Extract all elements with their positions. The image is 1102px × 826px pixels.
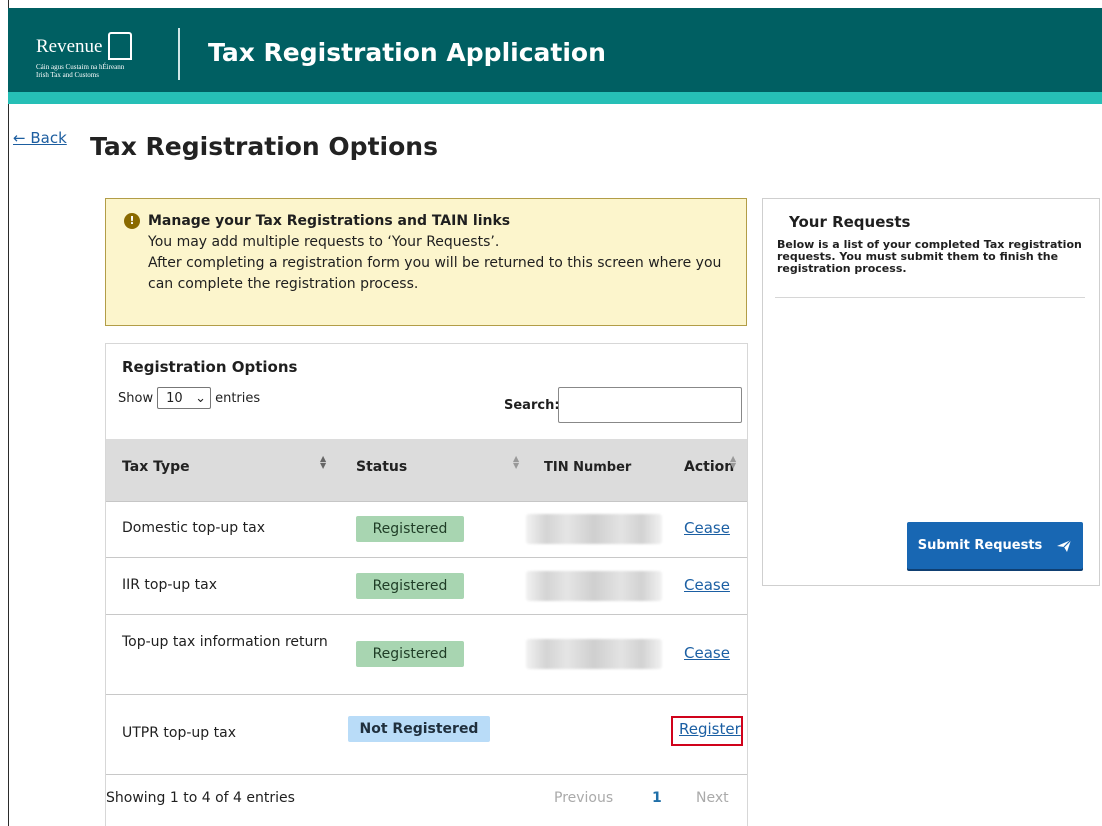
app-title: Tax Registration Application — [208, 38, 606, 67]
header-divider — [178, 28, 180, 80]
submit-requests-button[interactable]: Submit Requests — [907, 522, 1083, 569]
status-badge: Not Registered — [348, 716, 490, 742]
cease-link[interactable]: Cease — [684, 519, 730, 537]
notice-box: ! Manage your Tax Registrations and TAIN… — [105, 198, 747, 326]
status-badge: Registered — [356, 641, 464, 667]
back-link[interactable]: ← Back — [13, 129, 67, 147]
revenue-logo[interactable]: Revenue Cáin agus Custaim na hÉireann Ir… — [36, 26, 176, 86]
notice-line-1: You may add multiple requests to ‘Your R… — [148, 234, 500, 250]
panel-title: Registration Options — [122, 358, 298, 376]
harp-icon — [108, 32, 132, 60]
requests-description: Below is a list of your completed Tax re… — [777, 238, 1082, 275]
entries-control: Show 10 ⌄ entries — [118, 387, 260, 409]
logo-subtext-irish: Cáin agus Custaim na hÉireann — [36, 63, 125, 71]
table-header: Tax Type ▲ ▼ Status ▲ ▼ TIN Number Action … — [106, 439, 747, 502]
exclamation-circle-icon: ! — [124, 213, 140, 229]
registration-options-panel: Registration Options Show 10 ⌄ entries S… — [105, 343, 748, 826]
entries-select[interactable]: 10 ⌄ — [157, 387, 212, 409]
tin-number-redacted — [526, 571, 662, 601]
your-requests-panel: Your Requests Below is a list of your co… — [762, 198, 1100, 586]
page-1-button[interactable]: 1 — [652, 790, 662, 806]
column-header-tin-number[interactable]: TIN Number — [544, 460, 631, 475]
status-badge: Registered — [356, 516, 464, 542]
paper-plane-icon — [1057, 539, 1072, 552]
column-header-status[interactable]: Status — [356, 459, 407, 475]
submit-label: Submit Requests — [917, 538, 1043, 553]
divider — [775, 297, 1085, 298]
logo-wordmark: Revenue — [36, 36, 103, 57]
show-label: Show — [118, 390, 154, 406]
page-title: Tax Registration Options — [90, 132, 438, 161]
register-link[interactable]: Register — [679, 720, 741, 738]
table-row: Top-up tax information return Registered… — [106, 615, 747, 695]
table-row: IIR top-up tax Registered Cease — [106, 558, 747, 615]
cease-link[interactable]: Cease — [684, 644, 730, 662]
notice-title: Manage your Tax Registrations and TAIN l… — [148, 213, 511, 229]
table-row: UTPR top-up tax Not Registered Register — [106, 695, 747, 775]
column-header-tax-type[interactable]: Tax Type — [122, 459, 190, 475]
previous-button[interactable]: Previous — [554, 790, 613, 806]
header-accent-stripe — [8, 92, 1102, 104]
tax-type-cell: Top-up tax information return — [122, 634, 328, 650]
cease-link[interactable]: Cease — [684, 576, 730, 594]
chevron-down-icon: ⌄ — [195, 390, 207, 406]
status-badge: Registered — [356, 573, 464, 599]
notice-text: Manage your Tax Registrations and TAIN l… — [148, 211, 738, 295]
table-row: Domestic top-up tax Registered Cease — [106, 501, 747, 558]
showing-info: Showing 1 to 4 of 4 entries — [106, 790, 295, 806]
next-button[interactable]: Next — [696, 790, 729, 806]
sort-arrows-icon[interactable]: ▲ ▼ — [513, 455, 519, 470]
tax-type-cell: IIR top-up tax — [122, 577, 217, 593]
entries-value: 10 — [166, 390, 183, 406]
search-label: Search: — [504, 398, 560, 413]
search-input[interactable] — [558, 387, 742, 423]
notice-line-2: After completing a registration form you… — [148, 255, 722, 292]
tax-type-cell: Domestic top-up tax — [122, 520, 265, 536]
sort-arrows-icon[interactable]: ▲ ▼ — [730, 455, 736, 470]
sort-arrows-icon[interactable]: ▲ ▼ — [320, 455, 326, 470]
tax-type-cell: UTPR top-up tax — [122, 725, 236, 741]
logo-subtext: Cáin agus Custaim na hÉireann Irish Tax … — [36, 63, 124, 79]
logo-subtext-english: Irish Tax and Customs — [36, 71, 99, 79]
tin-number-redacted — [526, 639, 662, 669]
requests-title: Your Requests — [789, 213, 911, 231]
column-header-action[interactable]: Action — [684, 459, 734, 475]
window-edge — [8, 0, 9, 826]
entries-label: entries — [215, 390, 261, 406]
tin-number-redacted — [526, 514, 662, 544]
